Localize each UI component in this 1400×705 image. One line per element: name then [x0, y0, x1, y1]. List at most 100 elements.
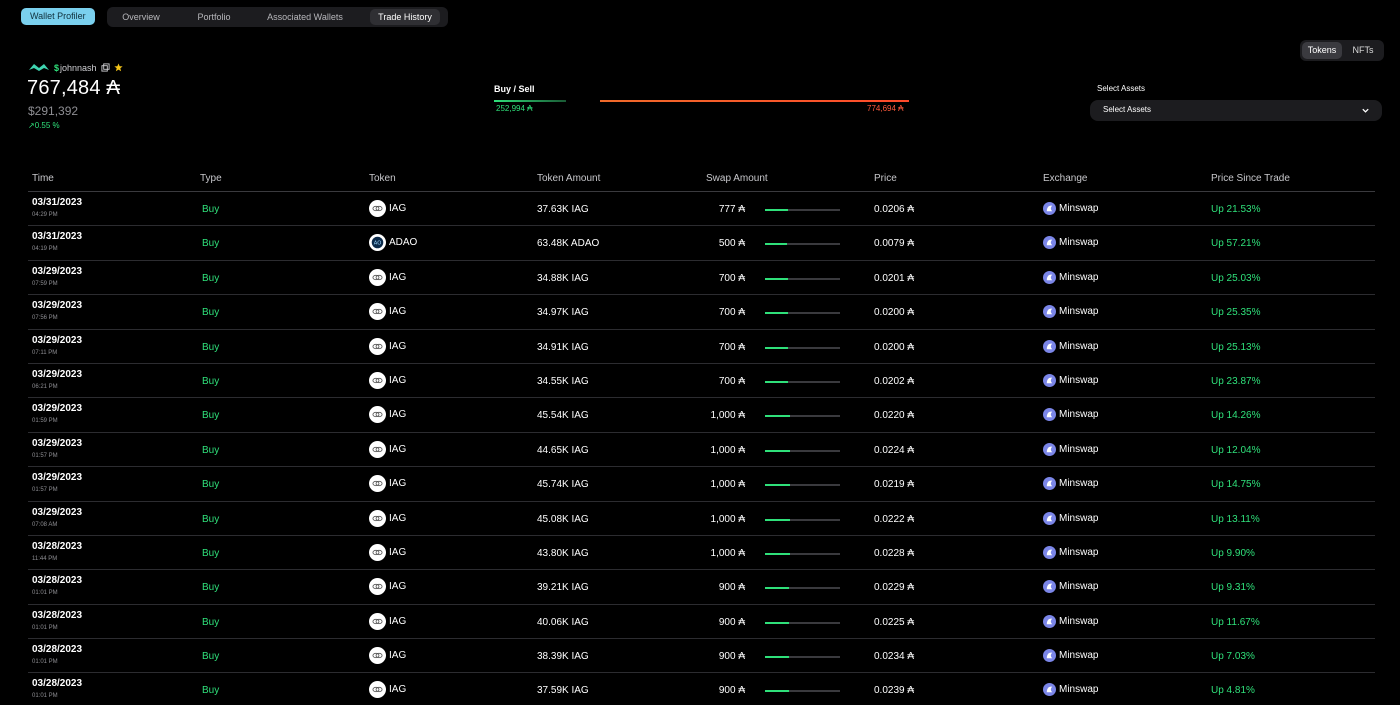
- token-amount: 63.48K ADAO: [537, 238, 600, 250]
- trade-exchange[interactable]: Minswap: [1043, 545, 1098, 559]
- trade-exchange[interactable]: Minswap: [1043, 202, 1098, 215]
- token-iag-icon: [369, 440, 386, 458]
- trade-type: Buy: [202, 307, 220, 319]
- select-assets-dropdown[interactable]: Select Assets: [1090, 100, 1382, 121]
- exchange-name: Minswap: [1059, 650, 1099, 662]
- table-row[interactable]: 03/29/2023 07:08 AM Buy IAG 45.08K IAG 1,000 …: [28, 502, 1375, 536]
- wallet-handle[interactable]: johnnash: [60, 63, 97, 73]
- nfts-toggle[interactable]: NFTs: [1346, 42, 1380, 59]
- trade-type: Buy: [202, 651, 220, 663]
- buy-volume-bar: [494, 100, 566, 102]
- trade-token[interactable]: IAG: [369, 337, 406, 355]
- trade-exchange[interactable]: Minswap: [1043, 373, 1098, 387]
- table-row[interactable]: 03/29/2023 01:57 PM Buy IAG 44.65K IAG 1,000 …: [28, 433, 1375, 468]
- token-symbol: IAG: [389, 409, 407, 421]
- token-iag-icon: [369, 578, 386, 596]
- swap-amount-bar-fill: [765, 312, 789, 315]
- swap-amount-bar: [765, 621, 840, 624]
- table-row[interactable]: 03/28/2023 01:01 PM Buy IAG 39.21K IAG 900 ₳ 0…: [28, 570, 1375, 605]
- trade-price: 0.0200 ₳: [874, 307, 915, 319]
- token-amount: 45.74K IAG: [537, 479, 589, 491]
- table-row[interactable]: 03/29/2023 07:59 PM Buy IAG 34.88K IAG 700 ₳ 0…: [28, 261, 1375, 296]
- trade-type: Buy: [202, 513, 220, 525]
- table-row[interactable]: 03/31/2023 04:29 PM Buy IAG 37.63K IAG 777 ₳ 0…: [28, 192, 1375, 227]
- trade-exchange[interactable]: Minswap: [1043, 305, 1098, 319]
- exchange-name: Minswap: [1059, 271, 1099, 283]
- header-price[interactable]: Price: [874, 173, 897, 184]
- trade-exchange[interactable]: Minswap: [1043, 442, 1098, 456]
- trade-token[interactable]: IAG: [369, 509, 406, 527]
- table-row[interactable]: 03/29/2023 01:59 PM Buy IAG 45.54K IAG 1,000 …: [28, 398, 1375, 433]
- tokens-toggle[interactable]: Tokens: [1302, 42, 1342, 59]
- token-iag-icon: [369, 268, 386, 286]
- trade-date: 03/31/2023: [32, 231, 83, 243]
- trade-exchange[interactable]: Minswap: [1043, 649, 1099, 663]
- table-row[interactable]: 03/29/2023 01:57 PM Buy IAG 45.74K IAG 1,000 …: [28, 467, 1375, 502]
- trade-token[interactable]: IAG: [369, 543, 406, 561]
- asset-type-toggle: Tokens NFTs: [1300, 40, 1384, 61]
- trade-token[interactable]: IAG: [369, 681, 406, 699]
- trade-time: 01:01 PM: [32, 693, 58, 700]
- table-row[interactable]: 03/29/2023 07:11 PM Buy IAG 34.91K IAG 700 ₳ 0…: [28, 330, 1375, 364]
- table-row[interactable]: 03/29/2023 07:56 PM Buy IAG 34.97K IAG 700 ₳ 0…: [28, 295, 1375, 330]
- token-amount: 39.21K IAG: [537, 582, 589, 594]
- exchange-name: Minswap: [1059, 512, 1099, 524]
- copy-icon[interactable]: [101, 63, 110, 72]
- select-assets-value: Select Assets: [1103, 105, 1152, 114]
- header-token[interactable]: Token: [369, 173, 396, 184]
- price-since-trade: Up 25.13%: [1211, 341, 1261, 353]
- header-time[interactable]: Time: [32, 173, 54, 184]
- trade-exchange[interactable]: Minswap: [1043, 339, 1098, 353]
- trade-exchange[interactable]: Minswap: [1043, 511, 1099, 525]
- table-row[interactable]: 03/28/2023 11:44 PM Buy IAG 43.80K IAG 1,000 …: [28, 536, 1375, 571]
- header-swap-amount[interactable]: Swap Amount: [706, 173, 768, 184]
- trade-exchange[interactable]: Minswap: [1043, 270, 1099, 284]
- trade-price: 0.0206 ₳: [874, 204, 915, 215]
- trade-exchange[interactable]: Minswap: [1043, 236, 1098, 250]
- trade-exchange[interactable]: Minswap: [1043, 408, 1098, 422]
- tab-associated-wallets[interactable]: Associated Wallets: [259, 9, 351, 25]
- table-row[interactable]: 03/31/2023 04:19 PM Buy AO ADAO 63.48K ADAO 50…: [28, 226, 1375, 261]
- table-row[interactable]: 03/28/2023 01:01 PM Buy IAG 38.39K IAG 900 ₳ 0…: [28, 639, 1375, 674]
- header-exchange[interactable]: Exchange: [1043, 173, 1087, 184]
- trade-exchange[interactable]: Minswap: [1043, 614, 1098, 628]
- table-row[interactable]: 03/28/2023 01:01 PM Buy IAG 37.59K IAG 900 ₳ 0…: [28, 673, 1375, 705]
- tab-portfolio[interactable]: Portfolio: [189, 9, 239, 25]
- trade-exchange[interactable]: Minswap: [1043, 683, 1098, 697]
- trade-exchange[interactable]: Minswap: [1043, 580, 1099, 594]
- tab-trade-history[interactable]: Trade History: [370, 9, 440, 25]
- header-token-amount[interactable]: Token Amount: [537, 173, 600, 184]
- trade-token[interactable]: IAG: [369, 268, 406, 286]
- swap-amount-bar: [765, 552, 840, 555]
- swap-amount-bar: [765, 690, 840, 693]
- trade-token[interactable]: IAG: [369, 200, 406, 217]
- header-price-since-trade[interactable]: Price Since Trade: [1211, 173, 1290, 184]
- token-amount: 34.91K IAG: [537, 341, 589, 353]
- wallet-profiler-button[interactable]: Wallet Profiler: [21, 8, 95, 25]
- tab-overview[interactable]: Overview: [113, 9, 169, 25]
- exchange-name: Minswap: [1059, 581, 1099, 593]
- swap-amount-bar: [765, 484, 840, 487]
- trade-token[interactable]: IAG: [369, 406, 407, 424]
- star-icon[interactable]: [113, 63, 123, 72]
- trade-token[interactable]: IAG: [369, 475, 406, 493]
- trade-token[interactable]: IAG: [369, 303, 406, 321]
- price-since-trade: Up 14.75%: [1211, 479, 1261, 491]
- trade-date: 03/28/2023: [32, 609, 83, 621]
- trade-token[interactable]: AO ADAO: [369, 234, 417, 252]
- trade-token[interactable]: IAG: [369, 578, 406, 596]
- minswap-icon: [1043, 649, 1056, 663]
- table-row[interactable]: 03/29/2023 06:21 PM Buy IAG 34.55K IAG 700 ₳ 0…: [28, 364, 1375, 399]
- trade-token[interactable]: IAG: [369, 440, 406, 458]
- token-amount: 43.80K IAG: [537, 547, 589, 559]
- table-row[interactable]: 03/28/2023 01:01 PM Buy IAG 40.06K IAG 900 ₳ 0…: [28, 605, 1375, 640]
- token-iag-icon: [369, 337, 386, 355]
- token-iag-icon: [369, 371, 386, 389]
- trade-exchange[interactable]: Minswap: [1043, 477, 1098, 491]
- header-type[interactable]: Type: [200, 173, 222, 184]
- trade-token[interactable]: IAG: [369, 612, 406, 630]
- trade-token[interactable]: IAG: [369, 647, 406, 665]
- trade-date: 03/28/2023: [32, 575, 83, 587]
- trade-token[interactable]: IAG: [369, 371, 406, 389]
- price-since-trade: Up 23.87%: [1211, 375, 1261, 387]
